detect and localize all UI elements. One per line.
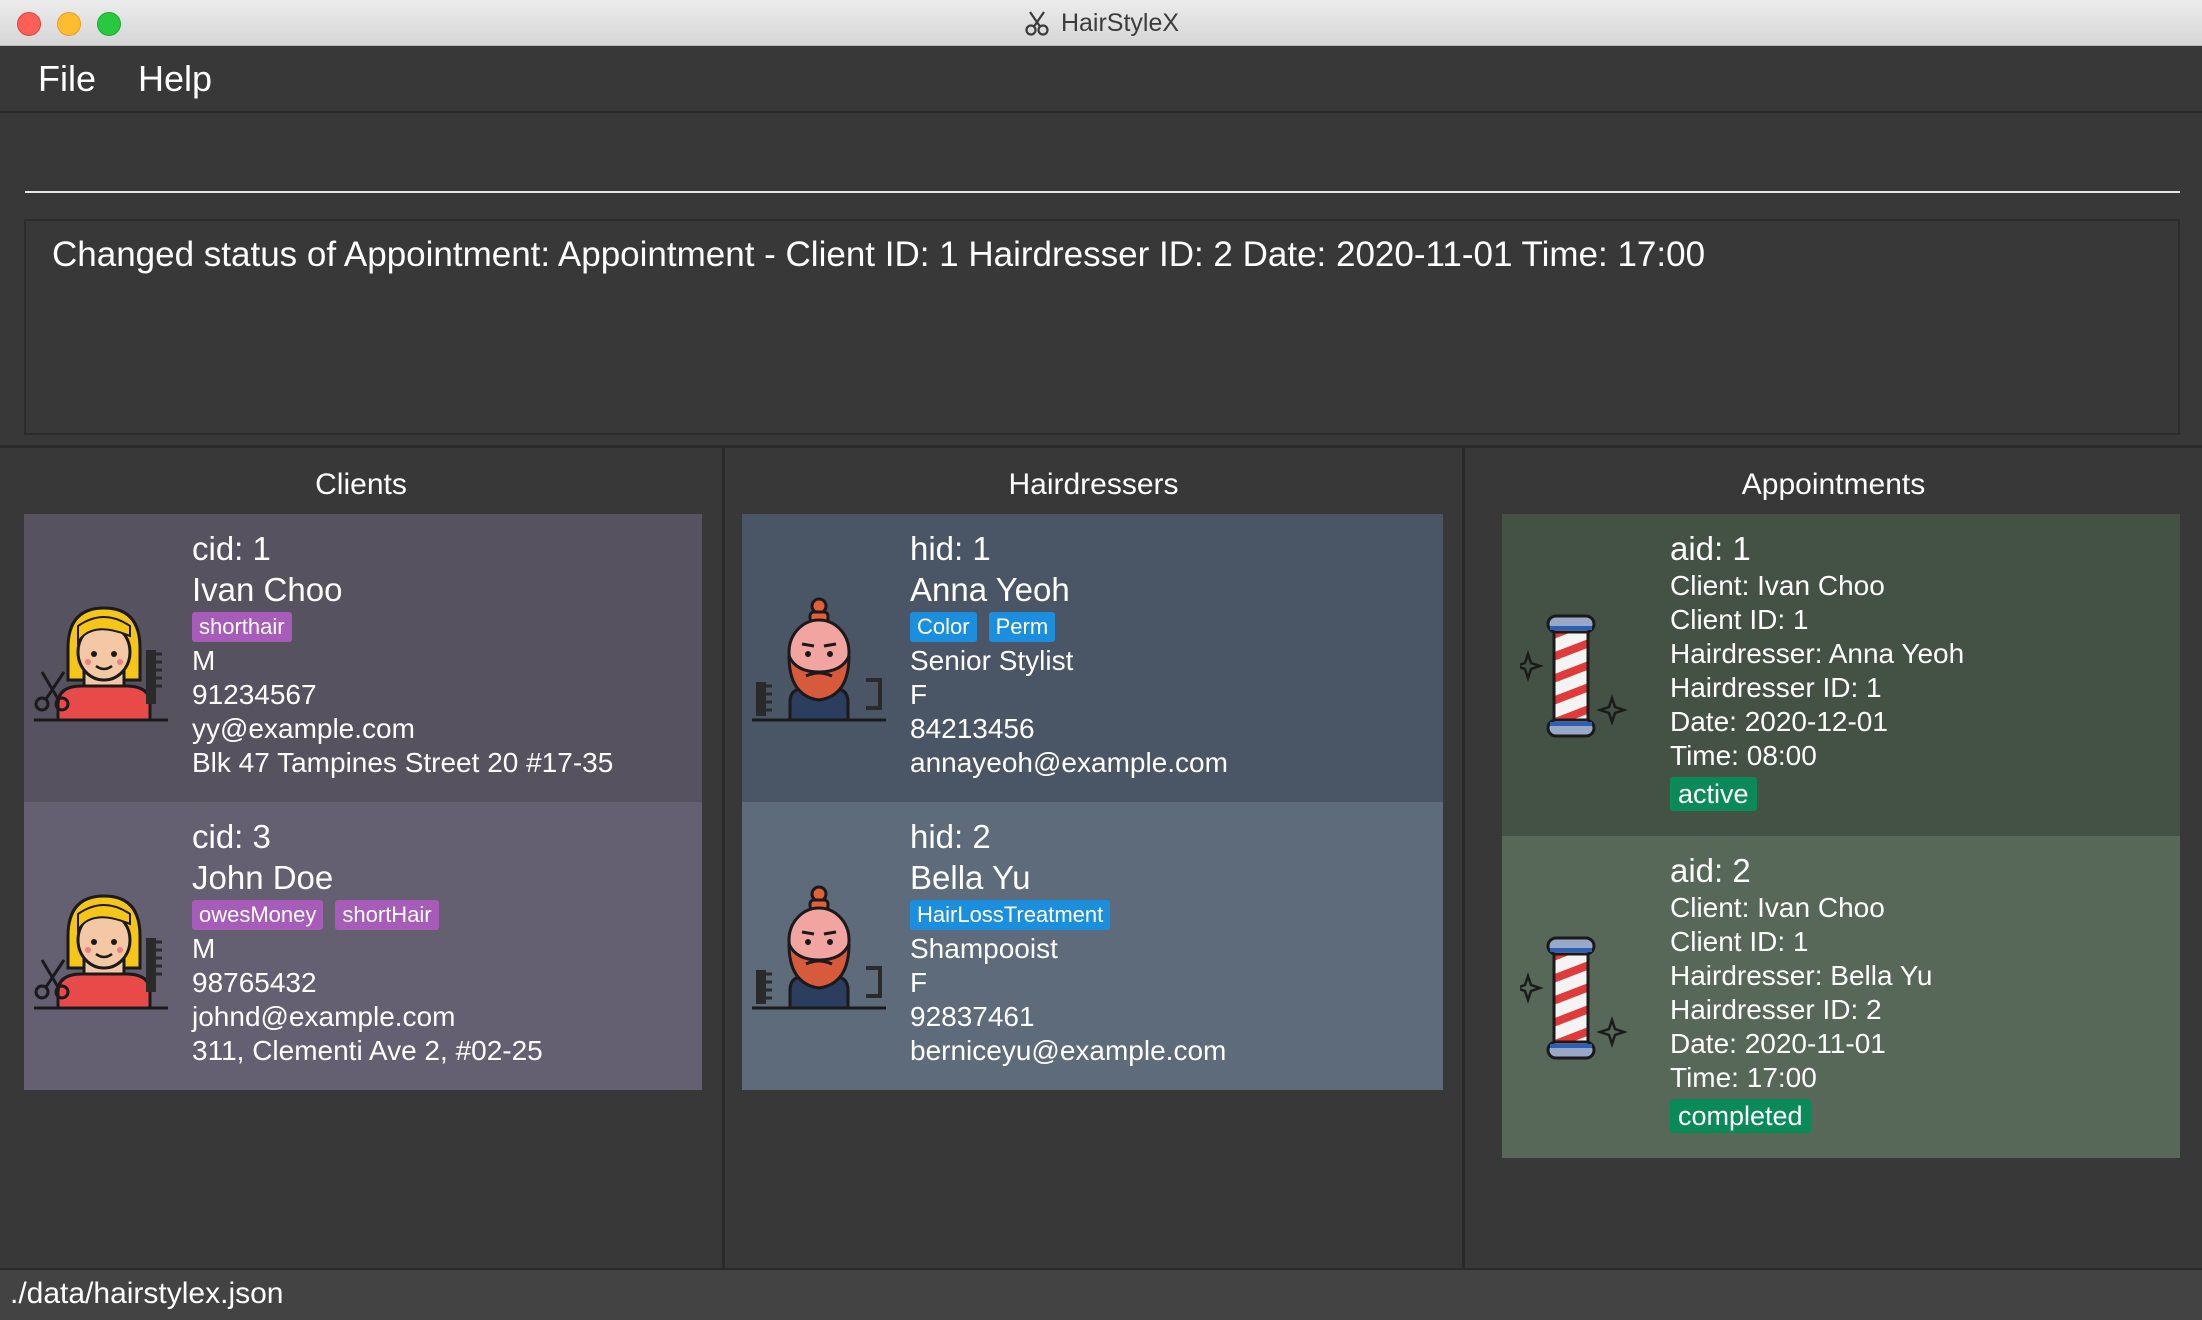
hairdresser-icon xyxy=(750,596,888,727)
client-icon xyxy=(32,596,170,727)
appointment-details: aid: 1 Client: Ivan Choo Client ID: 1 Ha… xyxy=(1670,528,1964,811)
menu-file[interactable]: File xyxy=(38,58,96,100)
client-address: Blk 47 Tampines Street 20 #17-35 xyxy=(192,747,614,778)
appointment-client: Client: Ivan Choo xyxy=(1670,570,1885,601)
appointment-date: Date: 2020-11-01 xyxy=(1670,1028,1886,1059)
appointment-hairdresser-id: Hairdresser ID: 2 xyxy=(1670,994,1882,1025)
barber-pole-icon xyxy=(1512,610,1630,751)
clients-panel-title: Clients xyxy=(315,468,407,501)
hairdresser-icon xyxy=(750,884,888,1015)
scissors-icon xyxy=(1025,11,1049,36)
appointment-hairdresser-id: Hairdresser ID: 1 xyxy=(1670,672,1882,703)
data-file-path: ./data/hairstylex.json xyxy=(10,1277,284,1310)
appointment-id: aid: 2 xyxy=(1670,852,1751,889)
clients-panel: Clients cid: 1 Ivan Choo shorthair M 912… xyxy=(0,448,722,1268)
command-box xyxy=(0,113,2202,202)
appointment-hairdresser: Hairdresser: Anna Yeoh xyxy=(1670,638,1965,669)
hairdresser-id: hid: 1 xyxy=(910,530,991,567)
hairdresser-details: hid: 2 Bella Yu HairLossTreatment Shampo… xyxy=(910,816,1226,1068)
hairdresser-card[interactable]: hid: 1 Anna Yeoh Color Perm Senior Styli… xyxy=(742,514,1443,802)
hairdressers-panel-title: Hairdressers xyxy=(1008,468,1179,501)
appointment-card[interactable]: aid: 2 Client: Ivan Choo Client ID: 1 Ha… xyxy=(1502,836,2180,1158)
hairdresser-gender: F xyxy=(910,679,928,710)
hairdresser-name: Anna Yeoh xyxy=(910,571,1070,608)
hairdresser-tags: HairLossTreatment xyxy=(910,898,1226,932)
hairdresser-details: hid: 1 Anna Yeoh Color Perm Senior Styli… xyxy=(910,528,1228,780)
client-card[interactable]: cid: 1 Ivan Choo shorthair M 91234567 yy… xyxy=(24,514,702,802)
client-name: John Doe xyxy=(192,859,334,896)
hairdresser-tag: Color xyxy=(910,612,977,642)
client-gender: M xyxy=(192,933,216,964)
client-details: cid: 3 John Doe owesMoney shortHair M 98… xyxy=(192,816,543,1068)
hairdresser-card[interactable]: hid: 2 Bella Yu HairLossTreatment Shampo… xyxy=(742,802,1443,1090)
result-message: Changed status of Appointment: Appointme… xyxy=(52,235,1706,274)
client-tag: owesMoney xyxy=(192,900,324,930)
hairdresser-id: hid: 2 xyxy=(910,818,991,855)
menu-help[interactable]: Help xyxy=(138,58,212,100)
client-phone: 91234567 xyxy=(192,679,317,710)
client-gender: M xyxy=(192,645,216,676)
menu-bar: File Help xyxy=(0,46,2202,113)
appointment-id: aid: 1 xyxy=(1670,530,1751,567)
client-tag: shorthair xyxy=(192,612,292,642)
result-display: Changed status of Appointment: Appointme… xyxy=(24,219,2180,435)
appointments-panel-title: Appointments xyxy=(1741,468,1926,501)
command-input[interactable] xyxy=(25,123,2180,193)
hairdresser-phone: 92837461 xyxy=(910,1001,1035,1032)
window-title-container: HairStyleX xyxy=(0,0,2202,46)
hairdresser-gender: F xyxy=(910,967,928,998)
client-tag: shortHair xyxy=(335,900,439,930)
client-id: cid: 1 xyxy=(192,530,271,567)
appointment-client: Client: Ivan Choo xyxy=(1670,892,1885,923)
client-card[interactable]: cid: 3 John Doe owesMoney shortHair M 98… xyxy=(24,802,702,1090)
hairdresser-tag: Perm xyxy=(988,612,1056,642)
title-bar: HairStyleX xyxy=(0,0,2202,46)
client-name: Ivan Choo xyxy=(192,571,343,608)
hairdresser-email: berniceyu@example.com xyxy=(910,1035,1227,1066)
client-details: cid: 1 Ivan Choo shorthair M 91234567 yy… xyxy=(192,528,613,780)
appointment-time: Time: 08:00 xyxy=(1670,740,1817,771)
appointment-card[interactable]: aid: 1 Client: Ivan Choo Client ID: 1 Ha… xyxy=(1502,514,2180,836)
appointment-client-id: Client ID: 1 xyxy=(1670,604,1809,635)
client-tags: owesMoney shortHair xyxy=(192,898,543,932)
client-id: cid: 3 xyxy=(192,818,271,855)
hairdressers-panel: Hairdressers hid: 1 Anna Yeoh Color Perm… xyxy=(725,448,1462,1268)
appointment-hairdresser: Hairdresser: Bella Yu xyxy=(1670,960,1933,991)
hairdresser-email: annayeoh@example.com xyxy=(910,747,1228,778)
window-title: HairStyleX xyxy=(1060,8,1180,37)
appointment-status-badge: active xyxy=(1670,777,1757,811)
barber-pole-icon xyxy=(1512,932,1630,1073)
appointment-details: aid: 2 Client: Ivan Choo Client ID: 1 Ha… xyxy=(1670,850,1933,1133)
client-tags: shorthair xyxy=(192,610,613,644)
client-address: 311, Clementi Ave 2, #02-25 xyxy=(192,1035,543,1066)
hairdresser-tag: HairLossTreatment xyxy=(910,900,1111,930)
hairdresser-title: Shampooist xyxy=(910,933,1058,964)
hairdresser-phone: 84213456 xyxy=(910,713,1035,744)
client-email: johnd@example.com xyxy=(192,1001,456,1032)
status-bar: ./data/hairstylex.json xyxy=(0,1268,2202,1320)
client-phone: 98765432 xyxy=(192,967,317,998)
appointment-date: Date: 2020-12-01 xyxy=(1670,706,1888,737)
appointment-time: Time: 17:00 xyxy=(1670,1062,1817,1093)
appointment-client-id: Client ID: 1 xyxy=(1670,926,1809,957)
hairdresser-tags: Color Perm xyxy=(910,610,1228,644)
client-icon xyxy=(32,884,170,1015)
hairdresser-title: Senior Stylist xyxy=(910,645,1074,676)
hairdresser-name: Bella Yu xyxy=(910,859,1031,896)
appointments-panel: Appointments aid: 1 Client: Ivan Choo Cl… xyxy=(1465,448,2202,1268)
appointment-status-badge: completed xyxy=(1670,1099,1811,1133)
client-email: yy@example.com xyxy=(192,713,415,744)
